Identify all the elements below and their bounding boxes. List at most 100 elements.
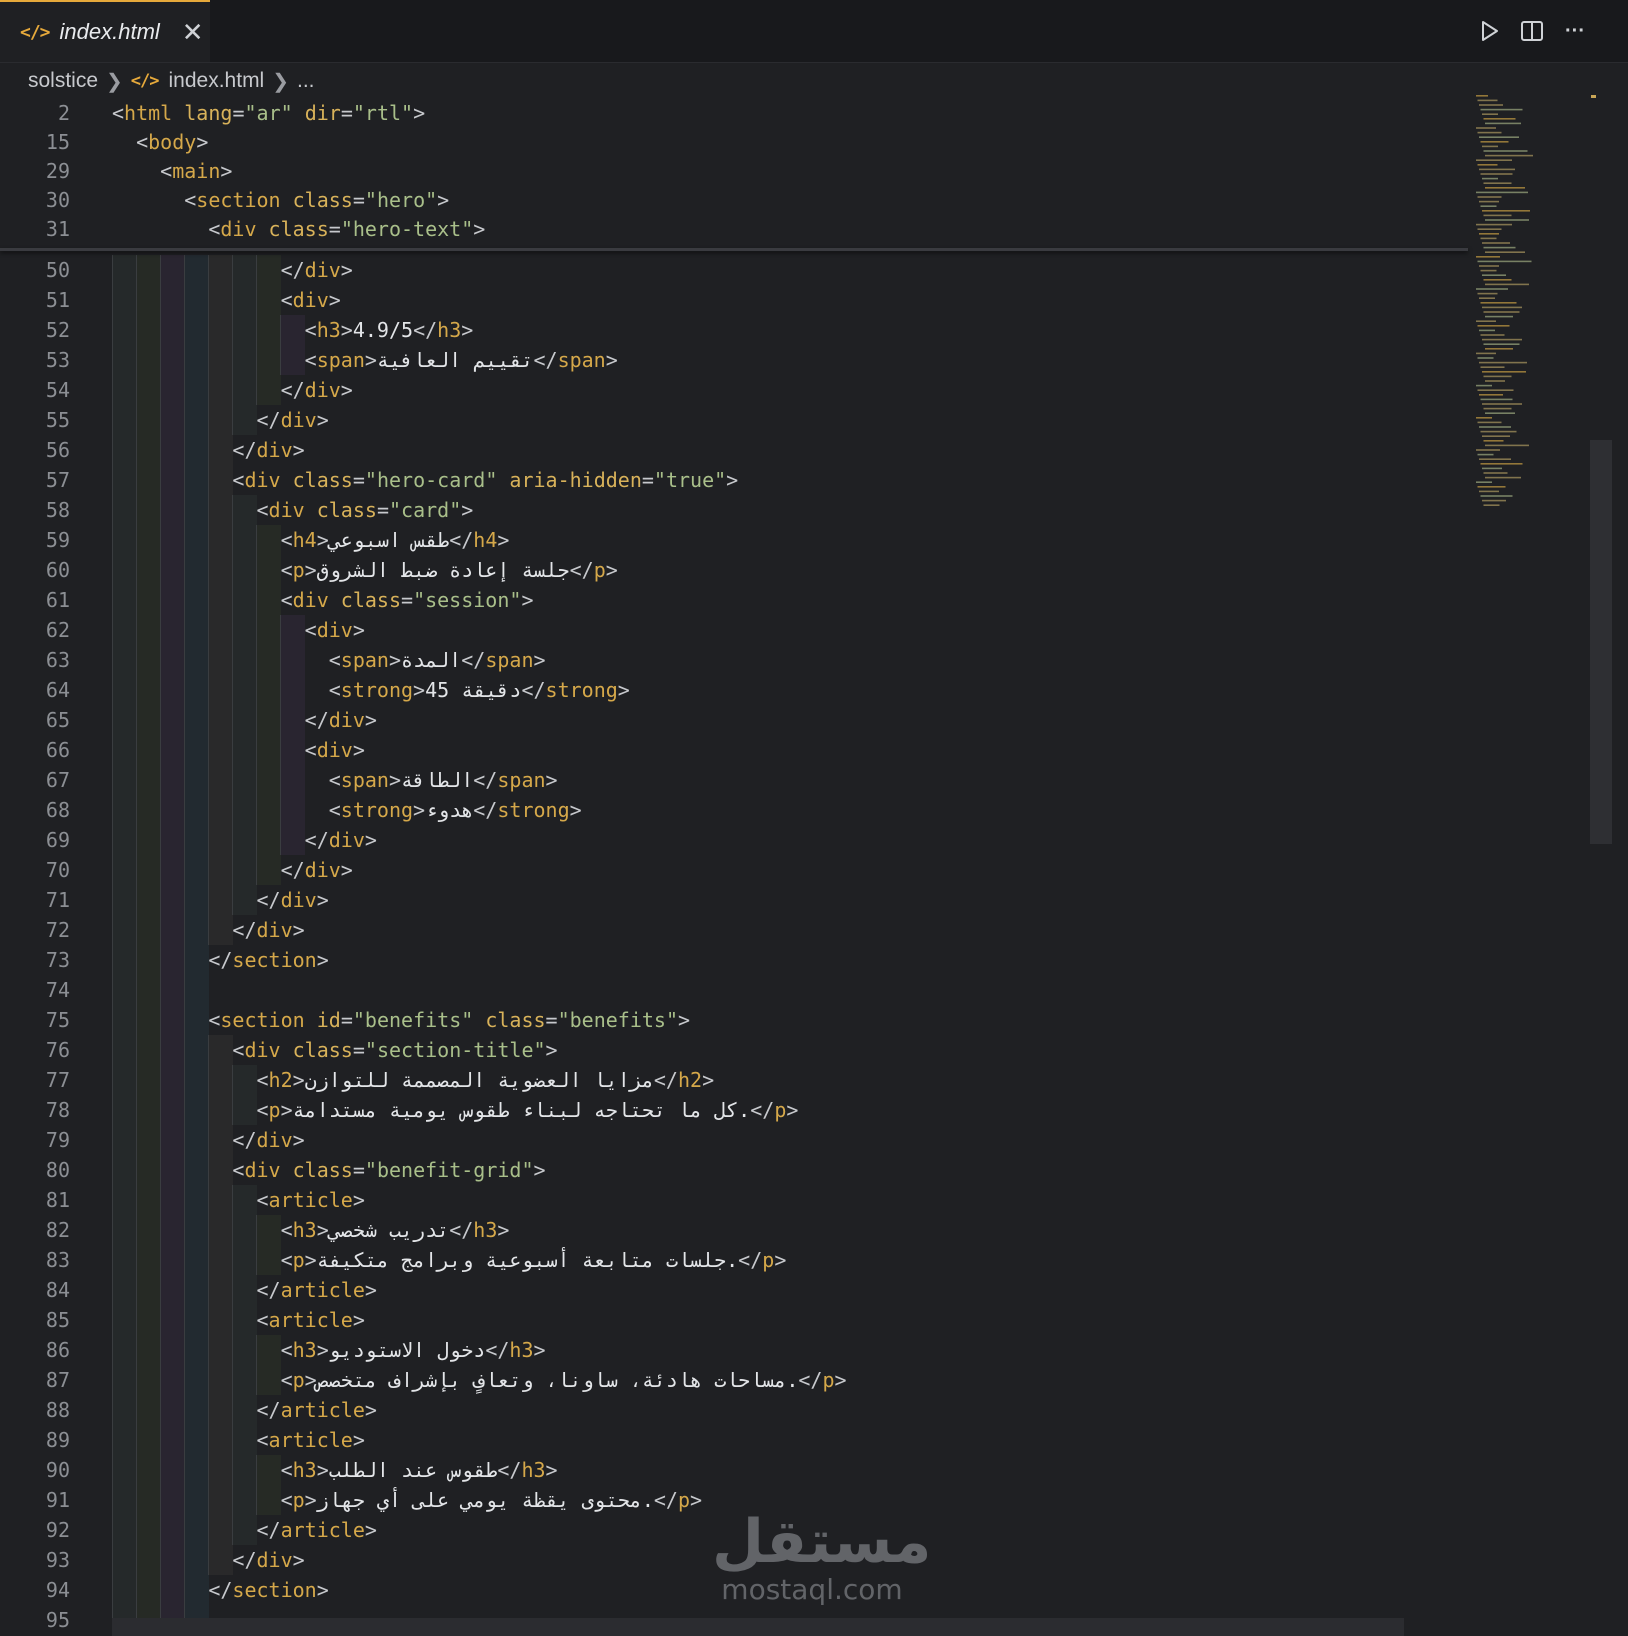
minimap-line [1477,453,1494,456]
code-line[interactable]: 29 <main> [0,156,1468,186]
code-line[interactable]: 61 <div class="session"> [0,585,1468,615]
code-line[interactable]: 82 <h3>تدريب شخصي</h3> [0,1215,1468,1245]
code-text: <section class="hero"> [184,188,450,212]
line-number: 52 [45,318,70,342]
line-number: 89 [45,1428,70,1452]
line-number: 51 [45,288,70,312]
minimap-line [1476,352,1496,355]
minimap-line [1485,122,1521,125]
code-line[interactable]: 79 </div> [0,1125,1468,1155]
minimap-line [1483,214,1512,217]
minimap[interactable] [1476,95,1596,535]
code-line[interactable]: 89 <article> [0,1425,1468,1455]
code-line[interactable]: 85 <article> [0,1305,1468,1335]
html-file-icon: </> [130,71,160,91]
code-line[interactable]: 90 <h3>طقوس عند الطلب</h3> [0,1455,1468,1485]
code-line[interactable]: 58 <div class="card"> [0,495,1468,525]
code-line[interactable]: 77 <h2>مزايا العضوية المصممة للتوازن</h2… [0,1065,1468,1095]
play-icon[interactable] [1472,14,1506,48]
code-text: </section> [208,1578,329,1602]
line-number: 64 [45,678,70,702]
code-line[interactable]: 71 </div> [0,885,1468,915]
minimap-line [1480,463,1523,465]
code-line[interactable]: 65 </div> [0,705,1468,735]
minimap-line [1479,426,1511,428]
code-text: <span>تقييم العافية</span> [304,348,618,372]
minimap-line [1483,246,1516,249]
code-line[interactable]: 69 </div> [0,825,1468,855]
code-line[interactable]: 53 <span>تقييم العافية</span> [0,345,1468,375]
minimap-line [1483,343,1520,345]
code-line[interactable]: 72 </div> [0,915,1468,945]
code-line[interactable]: 68 <strong>هدوء</strong> [0,795,1468,825]
code-line[interactable]: 64 <strong>45 دقيقة</strong> [0,675,1468,705]
code-line[interactable]: 60 <p>جلسة إعادة ضبط الشروق</p> [0,555,1468,585]
code-line[interactable]: 70 </div> [0,855,1468,885]
minimap-marker [1591,95,1596,98]
minimap-line [1476,223,1512,226]
code-line[interactable]: 31 <div class="hero-text"> [0,214,1468,244]
vertical-scrollbar[interactable] [1590,440,1612,844]
code-line[interactable]: 73 </section> [0,945,1468,975]
code-line[interactable]: 15 <body> [0,127,1468,157]
watermark-latin: mostaql.com [721,1573,903,1606]
tab-index-html[interactable]: </> index.html ✕ [0,0,210,62]
code-line[interactable]: 57 <div class="hero-card" aria-hidden="t… [0,465,1468,495]
code-editor[interactable]: 50 </div> 51 <div> 52 <h3>4.9/5</h3> 53 <sp… [0,98,1468,1636]
minimap-line [1479,458,1511,460]
code-text: <div class="card"> [256,498,474,522]
split-editor-icon[interactable] [1515,14,1549,48]
line-number: 84 [45,1278,70,1302]
code-line[interactable]: 83 <p>جلسات متابعة أسبوعية وبرامج متكيفة… [0,1245,1468,1275]
code-line[interactable]: 76 <div class="section-title"> [0,1035,1468,1065]
line-number: 80 [45,1158,70,1182]
minimap-line [1483,118,1516,120]
code-line[interactable]: 84 </article> [0,1275,1468,1305]
code-text: </div> [280,858,353,882]
code-line[interactable]: 66 <div> [0,735,1468,765]
code-text: <html lang="ar" dir="rtl"> [112,101,426,125]
minimap-line [1480,141,1509,143]
code-line[interactable]: 55 </div> [0,405,1468,435]
line-number: 82 [45,1218,70,1242]
minimap-line [1476,288,1508,290]
code-line[interactable]: 80 <div class="benefit-grid"> [0,1155,1468,1185]
code-line[interactable]: 30 <section class="hero"> [0,185,1468,215]
code-line[interactable]: 86 <h3>دخول الاستوديو</h3> [0,1335,1468,1365]
code-line[interactable]: 62 <div> [0,615,1468,645]
code-line[interactable]: 67 <span>الطاقة</span> [0,765,1468,795]
breadcrumb-folder[interactable]: solstice [28,69,98,93]
line-number: 73 [45,948,70,972]
minimap-line [1485,476,1521,479]
close-icon[interactable]: ✕ [182,19,204,45]
code-line[interactable]: 2 <html lang="ar" dir="rtl"> [0,98,1468,128]
code-line[interactable]: 52 <h3>4.9/5</h3> [0,315,1468,345]
code-line[interactable]: 54 </div> [0,375,1468,405]
minimap-line [1485,219,1529,221]
code-line[interactable]: 59 <h4>طقس اسبوعي</h4> [0,525,1468,555]
code-line[interactable]: 63 <span>المدة</span> [0,645,1468,675]
breadcrumb-symbols[interactable]: ... [297,69,315,93]
minimap-line [1482,177,1498,180]
code-text: </div> [232,1128,305,1152]
code-line[interactable]: 88 </article> [0,1395,1468,1425]
code-text: <div> [280,288,341,312]
line-number: 94 [45,1578,70,1602]
code-line[interactable]: 51 <div> [0,285,1468,315]
line-number: 55 [45,408,70,432]
line-number: 63 [45,648,70,672]
code-line[interactable]: 87 <p>مساحات هادئة، ساونا، وتعافٍ بإشراف… [0,1365,1468,1395]
more-actions-icon[interactable]: ··· [1558,14,1592,48]
code-line[interactable]: 81 <article> [0,1185,1468,1215]
minimap-line [1485,444,1529,447]
code-line[interactable]: 78 <p>كل ما تحتاجه لبناء طقوس يومية مستد… [0,1095,1468,1125]
minimap-line [1479,233,1499,235]
sticky-scroll-header[interactable]: 2 <html lang="ar" dir="rtl"> 15 <body> 29 <… [0,98,1468,248]
code-line[interactable]: 75 <section id="benefits" class="benefit… [0,1005,1468,1035]
code-line[interactable]: 50 </div> [0,255,1468,285]
code-line[interactable]: 74 [0,975,1468,1005]
code-line[interactable]: 56 </div> [0,435,1468,465]
breadcrumb-file[interactable]: index.html [169,69,265,93]
line-number: 61 [45,588,70,612]
horizontal-scrollbar[interactable] [112,1618,1404,1636]
